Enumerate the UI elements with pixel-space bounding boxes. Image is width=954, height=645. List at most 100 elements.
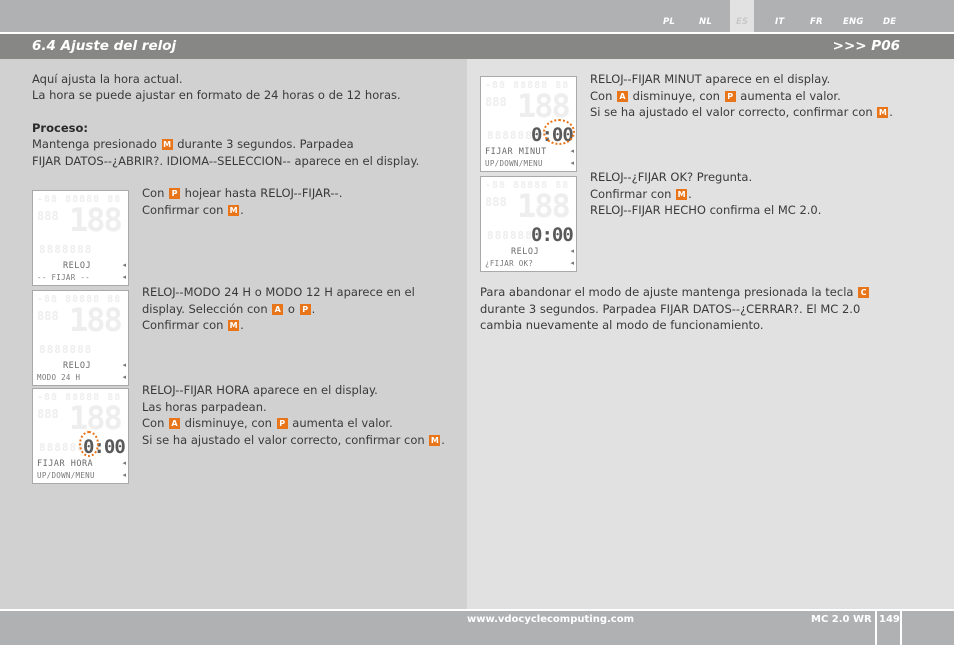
m-key-icon: M xyxy=(161,139,173,150)
intro-line-1: Aquí ajusta la hora actual. xyxy=(32,72,183,86)
m-key-icon: M xyxy=(877,107,889,118)
text-segment: Con xyxy=(142,186,169,200)
text-segment: Mantenga presionado xyxy=(32,137,161,151)
text-segment: display. Selección con xyxy=(142,301,272,316)
lcd-label-bottom: ¿FIJAR OK? xyxy=(485,259,534,268)
proceso-line-1: Mantenga presionado M durante 3 segundos… xyxy=(32,136,354,153)
lcd-ghost-segments: 888 xyxy=(37,407,59,421)
section-title: 6.4 Ajuste del reloj xyxy=(32,38,177,54)
text-segment: RELOJ--FIJAR MINUT aparece en el display… xyxy=(590,72,831,86)
step-5-line: RELOJ--¿FIJAR OK? Pregunta. xyxy=(590,169,821,186)
text-segment: Confirmar con xyxy=(142,318,228,332)
text-segment: Las horas parpadean. xyxy=(142,399,267,414)
lcd-arrow-icon: ◂ xyxy=(570,159,574,167)
lang-tab-de[interactable]: DE xyxy=(883,17,896,27)
text-segment: RELOJ--MODO 24 H o MODO 12 H aparece en … xyxy=(142,285,415,299)
lcd-ghost-segments: 188 xyxy=(69,201,123,239)
lang-tab-pl[interactable]: PL xyxy=(663,17,675,27)
blink-indicator-icon xyxy=(79,431,99,457)
lcd-label-top: RELOJ xyxy=(63,361,92,371)
exit-note-line: Para abandonar el modo de ajuste manteng… xyxy=(480,284,870,301)
lcd-label-top: FIJAR MINUT xyxy=(485,147,547,157)
text-segment: durante 3 segundos. Parpadea FIJAR DATOS… xyxy=(480,301,861,316)
exit-note-line: cambia nuevamente al modo de funcionamie… xyxy=(480,317,870,334)
footer-model-name: MC 2.0 WR xyxy=(811,614,872,625)
proceso-heading: Proceso: xyxy=(32,120,88,137)
text-segment: RELOJ--FIJAR HORA aparece en el display. xyxy=(142,383,378,397)
lang-tab-it[interactable]: IT xyxy=(775,17,784,27)
lcd-arrow-icon: ◂ xyxy=(570,259,574,267)
blink-indicator-icon xyxy=(543,119,575,145)
lcd-ghost-segments: 188 xyxy=(69,301,123,339)
lcd-display-step-2: -88 88888 88 888 188 8888888 RELOJ MODO 24 H ◂… xyxy=(32,290,129,386)
step-4-line: Con A disminuye, con P aumenta el valor. xyxy=(590,88,893,105)
text-segment: . xyxy=(889,105,893,119)
text-segment: o xyxy=(284,301,299,316)
text-segment: . xyxy=(240,202,244,217)
step-2-line: Confirmar con M. xyxy=(142,317,415,334)
proceso-label: Proceso: xyxy=(32,121,88,135)
text-segment: . xyxy=(311,301,316,316)
step-5-line: RELOJ--FIJAR HECHO confirma el MC 2.0. xyxy=(590,202,821,219)
text-segment: Con xyxy=(590,88,617,103)
p-key-icon: P xyxy=(299,303,311,315)
text-segment: disminuye, con xyxy=(181,416,276,430)
text-segment: disminuye, con xyxy=(629,88,724,103)
page-reference-link[interactable]: >>> P06 xyxy=(833,38,900,54)
text-segment: Si se ha ajustado el valor correcto, con… xyxy=(590,105,877,119)
text-segment: . xyxy=(240,318,244,332)
lang-tab-nl[interactable]: NL xyxy=(699,17,712,27)
lcd-display-step-5: -88 88888 88 888 188 8888888 0:00 RELOJ ¿FIJAR… xyxy=(480,176,577,272)
lcd-label-top: FIJAR HORA xyxy=(37,459,94,469)
lcd-time-digits: 0:00 xyxy=(531,224,574,246)
lcd-arrow-icon: ◂ xyxy=(122,471,126,479)
lcd-label-bottom: UP/DOWN/MENU xyxy=(37,471,95,480)
lcd-ghost-segments: 888 xyxy=(37,309,59,323)
a-key-icon: A xyxy=(617,90,629,102)
lcd-label-bottom: -- FIJAR -- xyxy=(37,273,90,282)
lcd-arrow-icon: ◂ xyxy=(122,261,126,269)
lcd-label-top: RELOJ xyxy=(63,261,92,271)
step-4-line: Si se ha ajustado el valor correcto, con… xyxy=(590,104,893,121)
text-segment: Para abandonar el modo de ajuste manteng… xyxy=(480,285,858,299)
text-segment: RELOJ--¿FIJAR OK? Pregunta. xyxy=(590,170,753,184)
lcd-label-bottom: MODO 24 H xyxy=(37,373,81,382)
text-segment: Con xyxy=(142,416,169,430)
lcd-arrow-icon: ◂ xyxy=(122,273,126,281)
lcd-arrow-icon: ◂ xyxy=(570,147,574,155)
step-3-line: RELOJ--FIJAR HORA aparece en el display. xyxy=(142,382,445,399)
lcd-label-bottom: UP/DOWN/MENU xyxy=(485,159,543,168)
step-3-instructions: RELOJ--FIJAR HORA aparece en el display.… xyxy=(142,382,445,448)
lang-tab-eng[interactable]: ENG xyxy=(843,17,864,27)
step-3-line: Con A disminuye, con P aumenta el valor. xyxy=(142,415,445,432)
lcd-ghost-segments: 8888888 xyxy=(39,343,93,356)
text-segment: durante 3 segundos. Parpadea xyxy=(173,137,354,151)
lcd-ghost-segments: 888 xyxy=(485,95,507,109)
text-segment: cambia nuevamente al modo de funcionamie… xyxy=(480,318,764,332)
lcd-ghost-segments: 888 xyxy=(37,209,59,223)
text-segment: . xyxy=(688,186,692,201)
footer-divider xyxy=(875,611,877,645)
lcd-arrow-icon: ◂ xyxy=(122,373,126,381)
lcd-ghost-segments: 8888888 xyxy=(39,243,93,256)
footer-page-number: 149 xyxy=(879,614,900,625)
text-segment: Confirmar con xyxy=(590,186,676,201)
a-key-icon: A xyxy=(272,303,284,315)
step-1-line: Con P hojear hasta RELOJ--FIJAR--. xyxy=(142,185,342,202)
text-segment: Confirmar con xyxy=(142,202,228,217)
lang-tab-es[interactable]: ES xyxy=(736,17,748,27)
exit-note-line: durante 3 segundos. Parpadea FIJAR DATOS… xyxy=(480,301,870,318)
lcd-ghost-segments: 888 xyxy=(485,195,507,209)
m-key-icon: M xyxy=(429,434,441,446)
lang-tab-fr[interactable]: FR xyxy=(810,17,823,27)
a-key-icon: A xyxy=(169,418,181,429)
text-segment: . xyxy=(441,432,445,447)
m-key-icon: M xyxy=(228,320,240,331)
lcd-display-step-3: -88 88888 88 888 188 8888888 0:00 FIJAR HORA U… xyxy=(32,388,129,484)
footer-divider xyxy=(900,611,902,645)
top-bar xyxy=(0,0,954,32)
text-segment: hojear hasta RELOJ--FIJAR--. xyxy=(181,186,343,200)
lcd-arrow-icon: ◂ xyxy=(570,247,574,255)
footer-website-link[interactable]: www.vdocyclecomputing.com xyxy=(467,614,634,625)
step-2-instructions: RELOJ--MODO 24 H o MODO 12 H aparece en … xyxy=(142,284,415,334)
